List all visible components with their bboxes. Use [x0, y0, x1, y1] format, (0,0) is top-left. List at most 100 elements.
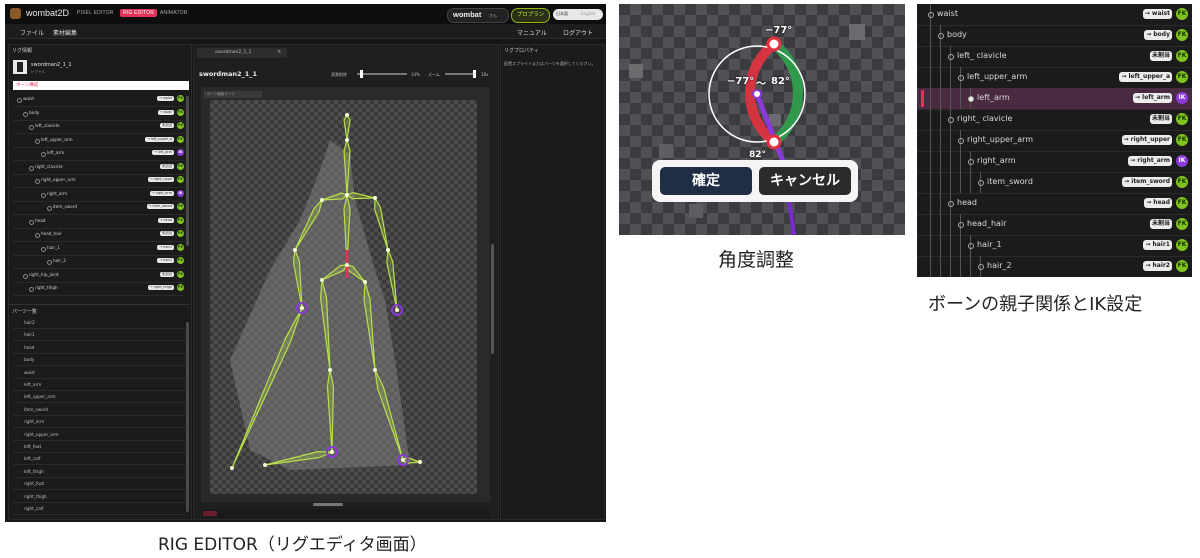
bone-kind-badge[interactable]: IK	[1176, 155, 1188, 167]
footer-badge[interactable]	[203, 511, 217, 516]
joint-handle[interactable]	[373, 368, 377, 372]
bone-row[interactable]: right_hip_joint 未割当 FK	[13, 270, 185, 283]
bone-row[interactable]: left_arm → left_arm IK	[13, 148, 185, 161]
bone-kind-badge[interactable]: FK	[1176, 113, 1188, 125]
tab-rig-editor[interactable]: RIG EDITOR	[120, 9, 158, 17]
bone-tree-scrollbar[interactable]	[186, 96, 189, 246]
bone-part-tag[interactable]: → head	[1144, 198, 1172, 208]
joint-handle[interactable]	[401, 458, 405, 462]
joint-handle[interactable]	[395, 308, 399, 312]
bone-row[interactable]: item_sword → item_sword FK	[13, 202, 185, 215]
joint-handle[interactable]	[345, 193, 349, 197]
list-item[interactable]: ⋮ right_calf	[13, 503, 185, 515]
zoom-slider-handle[interactable]	[473, 70, 476, 78]
list-item[interactable]: ⋮ head	[13, 342, 185, 354]
bone-row[interactable]: left_clavicle 未割当 FK	[13, 121, 185, 134]
bone-part-tag[interactable]: 未割当	[159, 231, 174, 236]
bone-kind-badge[interactable]: FK	[177, 162, 184, 170]
drag-handle-icon[interactable]: ⋮	[16, 394, 20, 399]
drag-handle-icon[interactable]: ⋮	[16, 320, 20, 325]
skeleton-bone[interactable]	[374, 195, 389, 251]
bone-part-tag[interactable]: → right_arm	[1128, 156, 1172, 166]
menu-logout[interactable]: ログアウト	[563, 28, 593, 37]
bone-row[interactable]: right_upper_arm → right_uppe FK	[13, 175, 185, 188]
bone-row[interactable]: body → body FK	[13, 108, 185, 121]
skeleton-overlay[interactable]	[210, 100, 477, 494]
skeleton-bone[interactable]	[386, 249, 398, 311]
bone-kind-badge[interactable]: FK	[177, 243, 184, 251]
bone-kind-badge[interactable]: FK	[177, 203, 184, 210]
bone-kind-badge[interactable]: FK	[177, 95, 184, 102]
bone-row[interactable]: hair_1 → hair1 FK	[13, 243, 185, 256]
list-item[interactable]: ⋮ left_thigh	[13, 466, 185, 478]
bone-part-tag[interactable]: → head	[157, 217, 174, 223]
drag-handle-icon[interactable]: ⋮	[16, 357, 20, 362]
bone-kind-badge[interactable]: FK	[177, 230, 184, 237]
bone-part-tag[interactable]: → body	[1144, 30, 1172, 40]
bone-section-header[interactable]	[13, 81, 189, 90]
drag-handle-icon[interactable]: ⋮	[16, 382, 20, 387]
drag-handle-icon[interactable]: ⋮	[16, 407, 20, 412]
hierarchy-row[interactable]: left_arm → left_arm IK	[917, 88, 1192, 110]
joint-handle[interactable]	[320, 278, 324, 282]
bone-part-tag[interactable]: → left_upper_a	[145, 136, 174, 142]
hierarchy-row[interactable]: right_ clavicle 未割当 FK	[917, 109, 1192, 131]
bone-part-tag[interactable]: 未割当	[159, 163, 174, 169]
bone-kind-badge[interactable]: FK	[1176, 134, 1188, 146]
drag-handle-icon[interactable]: ⋮	[16, 506, 20, 511]
bone-part-tag[interactable]: 未割当	[1149, 219, 1172, 229]
list-item[interactable]: ⋮ left_arm	[13, 379, 185, 391]
joint-handle[interactable]	[263, 463, 267, 467]
hierarchy-row[interactable]: right_upper_arm → right_upper FK	[917, 130, 1192, 152]
tab-pixel-editor[interactable]: PIXEL EDITOR	[77, 10, 114, 16]
joint-handle[interactable]	[300, 306, 304, 310]
bone-part-tag[interactable]: → hair2	[1143, 261, 1172, 271]
tab-animator[interactable]: ANIMATOR	[160, 10, 188, 16]
joint-handle[interactable]	[373, 196, 377, 200]
bone-row[interactable]: head → head FK	[13, 216, 185, 229]
bone-part-tag[interactable]: → item_sword	[1122, 177, 1172, 187]
bone-part-tag[interactable]: → right_arm	[149, 190, 174, 196]
skeleton-bone[interactable]	[345, 191, 376, 200]
bone-row[interactable]: left_upper_arm → left_upper_a FK	[13, 135, 185, 148]
bone-part-tag[interactable]: → body	[157, 109, 174, 115]
skeleton-bone[interactable]	[402, 456, 421, 465]
bg-remove-slider[interactable]	[357, 73, 407, 75]
joint-handle[interactable]	[386, 248, 390, 252]
list-item[interactable]: ⋮ left_foot	[13, 441, 185, 453]
bone-kind-badge[interactable]: FK	[1176, 176, 1188, 188]
cancel-button[interactable]: キャンセル	[759, 167, 851, 195]
bone-kind-badge[interactable]: FK	[1176, 218, 1188, 230]
hierarchy-row[interactable]: hair_1 → hair1 FK	[917, 235, 1192, 257]
list-item[interactable]: ⋮ left_calf	[13, 453, 185, 466]
joint-handle[interactable]	[345, 113, 349, 117]
hierarchy-row[interactable]: right_arm → right_arm IK	[917, 151, 1192, 173]
joint-handle[interactable]	[293, 248, 297, 252]
parts-scrollbar[interactable]	[186, 322, 189, 512]
hierarchy-row[interactable]: waist → waist FK	[917, 4, 1192, 26]
hierarchy-row[interactable]: left_ clavicle 未割当 FK	[917, 46, 1192, 68]
skeleton-bone[interactable]	[343, 113, 351, 141]
drag-handle-icon[interactable]: ⋮	[16, 419, 20, 424]
bone-kind-badge[interactable]: IK	[177, 149, 184, 156]
list-item[interactable]: ⋮ right_upper_arm	[13, 429, 185, 441]
joint-handle[interactable]	[328, 368, 332, 372]
drag-handle-icon[interactable]: ⋮	[16, 469, 20, 474]
joint-handle[interactable]	[230, 466, 234, 470]
bone-kind-badge[interactable]: FK	[177, 135, 184, 143]
joint-handle[interactable]	[320, 198, 324, 202]
bone-row[interactable]: right_thigh → right_thigh FK	[13, 283, 185, 296]
hierarchy-row[interactable]: body → body FK	[917, 25, 1192, 47]
list-item[interactable]: ⋮ right_foot	[13, 478, 185, 491]
hierarchy-row[interactable]: head → head FK	[917, 193, 1192, 215]
bone-part-tag[interactable]: → hair1	[1143, 240, 1172, 250]
bone-part-tag[interactable]: → left_arm	[152, 150, 174, 155]
bone-part-tag[interactable]: → waist	[1142, 9, 1172, 19]
bone-kind-badge[interactable]: FK	[1176, 197, 1188, 209]
bone-kind-badge[interactable]: FK	[177, 257, 184, 264]
bone-row[interactable]: head_hair 未割当 FK	[13, 229, 185, 242]
joint-handle[interactable]	[363, 280, 367, 284]
hierarchy-row[interactable]: head_hair 未割当 FK	[917, 214, 1192, 236]
confirm-button[interactable]: 確定	[660, 167, 752, 195]
bone-kind-badge[interactable]: FK	[177, 270, 184, 278]
